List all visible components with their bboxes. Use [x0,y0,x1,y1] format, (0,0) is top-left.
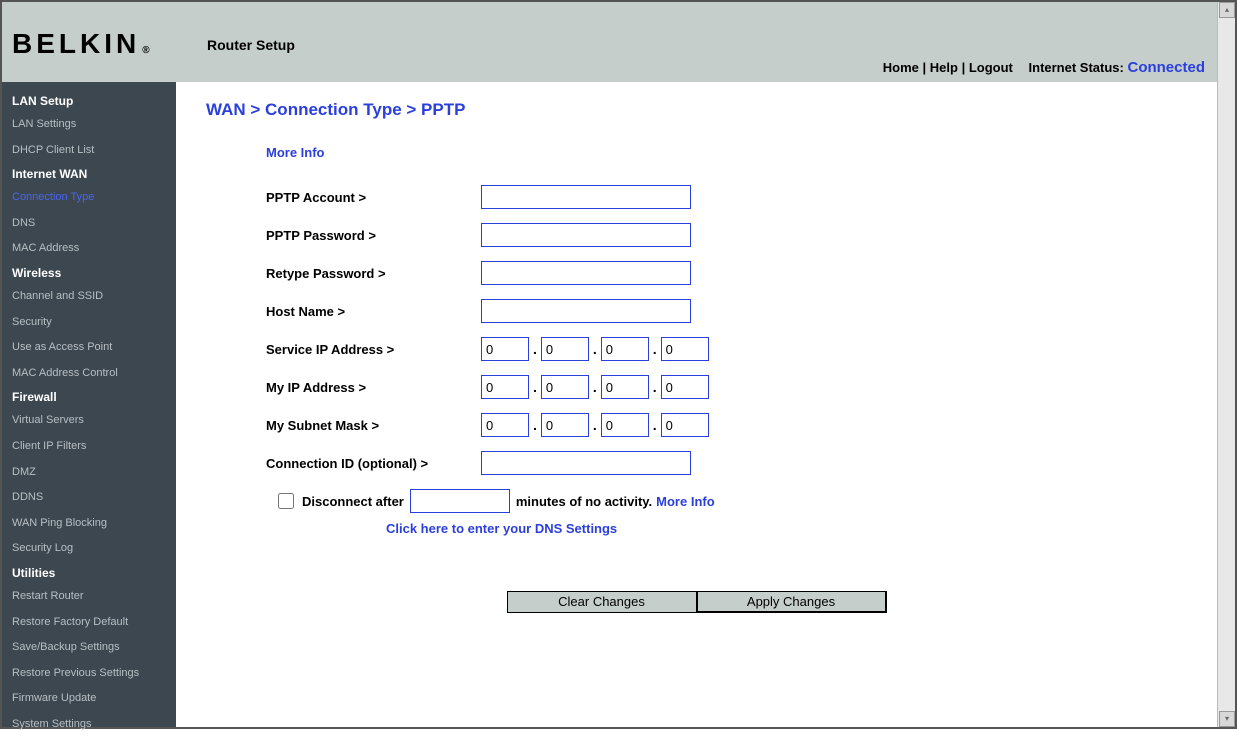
more-info-link[interactable]: More Info [266,145,1187,160]
my-ip-4[interactable] [661,375,709,399]
sidebar-head-wireless: Wireless [2,262,176,284]
disconnect-minutes-input[interactable] [410,489,510,513]
sidebar-item-security[interactable]: Security [2,310,176,336]
connection-id-input[interactable] [481,451,691,475]
subnet-1[interactable] [481,413,529,437]
label-my-ip: My IP Address > [266,380,481,395]
subnet-group: . . . [481,413,709,437]
my-ip-2[interactable] [541,375,589,399]
my-ip-group: . . . [481,375,709,399]
service-ip-1[interactable] [481,337,529,361]
label-connection-id: Connection ID (optional) > [266,456,481,471]
label-service-ip: Service IP Address > [266,342,481,357]
disconnect-prefix: Disconnect after [302,494,404,509]
main-content: WAN > Connection Type > PPTP More Info P… [176,82,1217,727]
header-links: Home | Help | Logout Internet Status: Co… [883,59,1205,76]
sidebar-item-connection-type[interactable]: Connection Type [2,185,176,211]
disconnect-row: Disconnect after minutes of no activity.… [278,489,1187,513]
apply-changes-button[interactable]: Apply Changes [697,591,887,613]
subnet-2[interactable] [541,413,589,437]
sidebar-item-firmware[interactable]: Firmware Update [2,686,176,712]
sidebar-item-security-log[interactable]: Security Log [2,536,176,562]
sidebar-item-virtual-servers[interactable]: Virtual Servers [2,408,176,434]
disconnect-more-info-link[interactable]: More Info [656,494,715,509]
button-row: Clear ChangesApply Changes [206,591,1187,613]
retype-password-input[interactable] [481,261,691,285]
service-ip-4[interactable] [661,337,709,361]
breadcrumb: WAN > Connection Type > PPTP [206,100,1187,120]
my-ip-3[interactable] [601,375,649,399]
sidebar-item-restart[interactable]: Restart Router [2,584,176,610]
brand-logo: BELKIN® [12,28,150,60]
ip-dot: . [533,417,537,433]
sidebar-item-ddns[interactable]: DDNS [2,485,176,511]
clear-changes-button[interactable]: Clear Changes [507,591,697,613]
label-host-name: Host Name > [266,304,481,319]
ip-dot: . [653,417,657,433]
internet-status-label: Internet Status: [1029,60,1124,75]
pptp-account-input[interactable] [481,185,691,209]
sidebar-head-firewall: Firewall [2,386,176,408]
scroll-up-icon[interactable]: ▴ [1219,2,1235,18]
ip-dot: . [653,341,657,357]
ip-dot: . [533,379,537,395]
sidebar-item-factory-default[interactable]: Restore Factory Default [2,610,176,636]
header-title: Router Setup [207,37,295,53]
sidebar-item-ip-filters[interactable]: Client IP Filters [2,434,176,460]
sidebar-head-lan: LAN Setup [2,90,176,112]
disconnect-checkbox[interactable] [278,493,294,509]
label-retype-password: Retype Password > [266,266,481,281]
host-name-input[interactable] [481,299,691,323]
logout-link[interactable]: Logout [969,60,1013,75]
sidebar-head-wan: Internet WAN [2,163,176,185]
sidebar-item-system-settings[interactable]: System Settings [2,712,176,737]
subnet-3[interactable] [601,413,649,437]
label-pptp-password: PPTP Password > [266,228,481,243]
ip-dot: . [593,417,597,433]
ip-dot: . [653,379,657,395]
sidebar-item-dhcp-list[interactable]: DHCP Client List [2,138,176,164]
ip-dot: . [593,379,597,395]
disconnect-suffix: minutes of no activity. [516,494,652,509]
brand-text: BELKIN [12,28,140,59]
sidebar-item-restore-previous[interactable]: Restore Previous Settings [2,661,176,687]
ip-dot: . [533,341,537,357]
label-subnet-mask: My Subnet Mask > [266,418,481,433]
label-pptp-account: PPTP Account > [266,190,481,205]
service-ip-group: . . . [481,337,709,361]
internet-status-value: Connected [1127,59,1205,76]
registered-mark: ® [142,45,149,56]
sidebar-item-mac-control[interactable]: MAC Address Control [2,361,176,387]
sidebar-item-save-backup[interactable]: Save/Backup Settings [2,635,176,661]
scroll-down-icon[interactable]: ▾ [1219,711,1235,727]
home-link[interactable]: Home [883,60,919,75]
sidebar-head-utilities: Utilities [2,562,176,584]
ip-dot: . [593,341,597,357]
sidebar-item-channel-ssid[interactable]: Channel and SSID [2,284,176,310]
dns-settings-link[interactable]: Click here to enter your DNS Settings [386,521,1187,536]
sidebar-item-dns[interactable]: DNS [2,211,176,237]
sidebar-item-dmz[interactable]: DMZ [2,460,176,486]
scrollbar[interactable]: ▴ ▾ [1217,2,1235,727]
help-link[interactable]: Help [930,60,958,75]
header: BELKIN® Router Setup Home | Help | Logou… [2,2,1217,82]
subnet-4[interactable] [661,413,709,437]
sidebar-item-access-point[interactable]: Use as Access Point [2,335,176,361]
service-ip-3[interactable] [601,337,649,361]
sidebar: LAN Setup LAN Settings DHCP Client List … [2,82,176,727]
my-ip-1[interactable] [481,375,529,399]
pptp-password-input[interactable] [481,223,691,247]
sidebar-item-lan-settings[interactable]: LAN Settings [2,112,176,138]
sidebar-item-mac-address[interactable]: MAC Address [2,236,176,262]
sidebar-item-ping-blocking[interactable]: WAN Ping Blocking [2,511,176,537]
service-ip-2[interactable] [541,337,589,361]
